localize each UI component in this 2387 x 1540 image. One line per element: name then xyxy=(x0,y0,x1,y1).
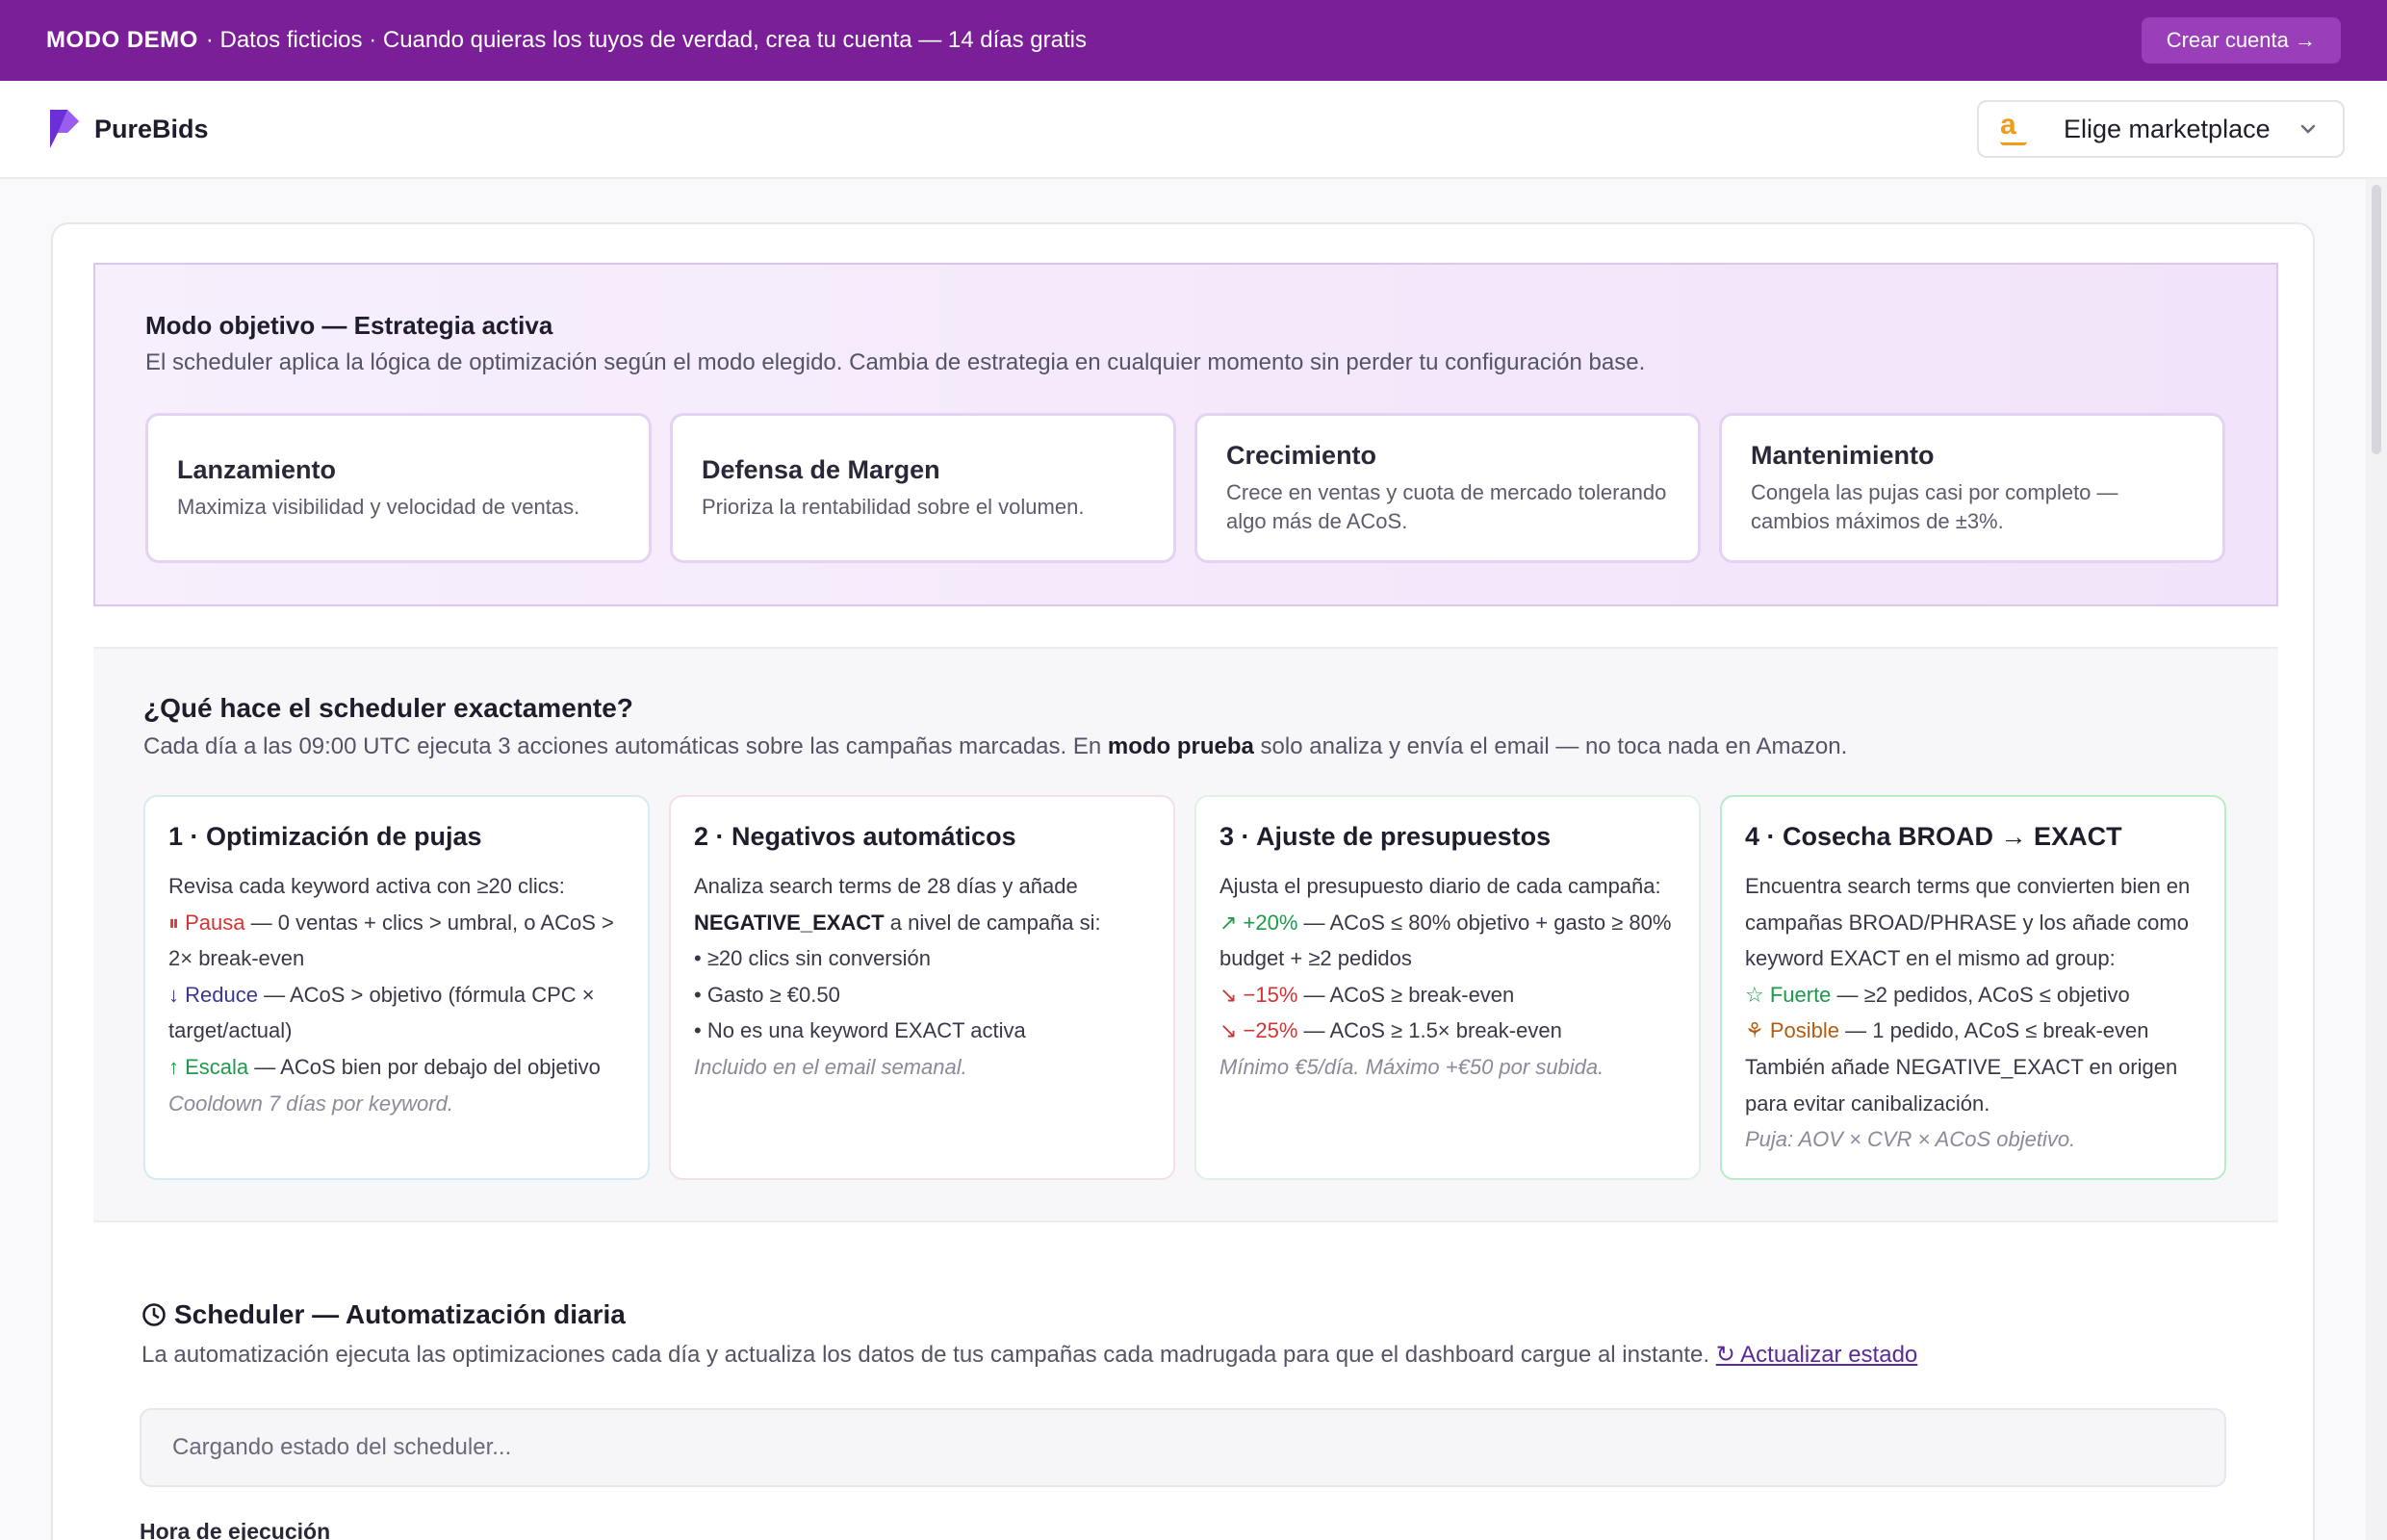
scrollbar-thumb[interactable] xyxy=(2372,185,2381,454)
refresh-status-link[interactable]: ↻ Actualizar estado xyxy=(1716,1342,1918,1368)
mode-name: Lanzamiento xyxy=(177,454,337,484)
rule-decrease-25: ↘ −25% — ACoS ≥ 1.5× break-even xyxy=(1219,1018,1562,1043)
mode-name: Mantenimiento xyxy=(1751,440,1935,470)
strategy-subtitle: El scheduler aplica la lógica de optimiz… xyxy=(145,349,1646,375)
list-item: • Gasto ≥ €0.50 xyxy=(694,982,840,1007)
possible-label: Posible xyxy=(1769,1018,1839,1043)
page-scrollbar[interactable] xyxy=(2366,179,2387,1540)
mode-description: Congela las pujas casi por completo — ca… xyxy=(1751,479,2118,533)
rule-pause: ⏸ Pausa — 0 ventas + clics > umbral, o A… xyxy=(168,910,614,971)
brand-name: PureBids xyxy=(94,114,209,143)
purebids-logo-icon xyxy=(50,110,79,148)
strong-label: ☆ Fuerte xyxy=(1745,982,1832,1007)
action-outro: También añade NEGATIVE_EXACT en origen p… xyxy=(1745,1054,2178,1116)
action-card-budgets: 3 · Ajuste de presupuestos Ajusta el pre… xyxy=(1194,795,1701,1180)
action-note: Mínimo €5/día. Máximo +€50 por subida. xyxy=(1219,1054,1604,1079)
list-item: • ≥20 clics sin conversión xyxy=(694,946,931,971)
rule-strong: ☆ Fuerte — ≥2 pedidos, ACoS ≤ objetivo xyxy=(1745,982,2130,1007)
action-note: Puja: AOV × CVR × ACoS objetivo. xyxy=(1745,1127,2076,1152)
mode-name: Defensa de Margen xyxy=(702,454,940,484)
scale-label: ↑ Escala xyxy=(168,1054,249,1079)
action-card-negatives: 2 · Negativos automáticos Analiza search… xyxy=(669,795,1175,1180)
mode-option-lanzamiento[interactable]: Lanzamiento Maximiza visibilidad y veloc… xyxy=(145,413,652,563)
action-card-bids: 1 · Optimización de pujas Revisa cada ke… xyxy=(143,795,650,1180)
action-intro: Ajusta el presupuesto diario de cada cam… xyxy=(1219,874,1661,898)
create-account-button[interactable]: Crear cuenta → xyxy=(2141,17,2341,64)
action-title: 3 · Ajuste de presupuestos xyxy=(1219,822,1552,851)
action-intro: Encuentra search terms que convierten bi… xyxy=(1745,874,2191,971)
list-item: • No es una keyword EXACT activa xyxy=(694,1018,1026,1043)
demo-mode-label: MODO DEMO xyxy=(46,27,198,53)
pause-label: ⏸ Pausa xyxy=(168,910,245,935)
demo-banner: MODO DEMO · Datos ficticios · Cuando qui… xyxy=(0,0,2387,81)
scheduler-title: Scheduler — Automatización diaria xyxy=(141,1299,626,1330)
increase-label: ↗ +20% xyxy=(1219,910,1298,935)
action-intro: Revisa cada keyword activa con ≥20 clics… xyxy=(168,874,565,898)
mode-description: Maximiza visibilidad y velocidad de vent… xyxy=(177,494,580,519)
mode-description: Prioriza la rentabilidad sobre el volume… xyxy=(702,494,1085,519)
clock-icon xyxy=(142,1303,166,1326)
rule-possible: ⚘ Posible — 1 pedido, ACoS ≤ break-even xyxy=(1745,1018,2149,1043)
action-card-harvest: 4 · Cosecha BROAD → EXACT Encuentra sear… xyxy=(1720,795,2226,1180)
how-it-works-section: ¿Qué hace el scheduler exactamente? Cada… xyxy=(93,647,2278,1222)
decrease-label: ↘ −25% xyxy=(1219,1018,1298,1043)
scheduler-subtitle: La automatización ejecuta las optimizaci… xyxy=(141,1342,1918,1368)
seedling-icon: ⚘ xyxy=(1745,1018,1770,1043)
action-title: 4 · Cosecha BROAD → EXACT xyxy=(1745,822,2122,851)
action-note: Cooldown 7 días por keyword. xyxy=(168,1091,453,1116)
amazon-icon: a xyxy=(2000,109,2039,145)
reduce-label: ↓ Reduce xyxy=(168,982,258,1007)
marketplace-select[interactable]: a Elige marketplace xyxy=(1977,100,2345,158)
action-title: 2 · Negativos automáticos xyxy=(694,822,1016,851)
mode-option-crecimiento[interactable]: Crecimiento Crece en ventas y cuota de m… xyxy=(1194,413,1701,563)
marketplace-label: Elige marketplace xyxy=(2064,114,2271,143)
rule-scale: ↑ Escala — ACoS bien por debajo del obje… xyxy=(168,1054,601,1079)
scheduler-loading-status: Cargando estado del scheduler... xyxy=(140,1408,2226,1487)
mode-option-defensa-margen[interactable]: Defensa de Margen Prioriza la rentabilid… xyxy=(670,413,1176,563)
execution-hour-label: Hora de ejecución xyxy=(140,1519,331,1540)
chevron-down-icon xyxy=(2300,124,2316,134)
strategy-panel: Modo objetivo — Estrategia activa El sch… xyxy=(93,263,2278,606)
top-header: PureBids a Elige marketplace xyxy=(0,81,2387,179)
demo-message: · Datos ficticios · Cuando quieras los t… xyxy=(205,27,1087,53)
rule-reduce: ↓ Reduce — ACoS > objetivo (fórmula CPC … xyxy=(168,982,595,1043)
mode-description: Crece en ventas y cuota de mercado toler… xyxy=(1226,479,1667,533)
mode-name: Crecimiento xyxy=(1226,440,1377,470)
action-note: Incluido en el email semanal. xyxy=(694,1054,967,1079)
how-title: ¿Qué hace el scheduler exactamente? xyxy=(143,693,633,723)
main-card: Modo objetivo — Estrategia activa El sch… xyxy=(51,222,2315,1540)
decrease-label: ↘ −15% xyxy=(1219,982,1298,1007)
logo[interactable]: PureBids xyxy=(46,108,209,150)
mode-option-mantenimiento[interactable]: Mantenimiento Congela las pujas casi por… xyxy=(1719,413,2225,563)
how-subtitle: Cada día a las 09:00 UTC ejecuta 3 accio… xyxy=(143,733,1848,759)
rule-increase: ↗ +20% — ACoS ≤ 80% objetivo + gasto ≥ 8… xyxy=(1219,910,1672,971)
action-intro: Analiza search terms de 28 días y añade … xyxy=(694,874,1101,935)
rule-decrease-15: ↘ −15% — ACoS ≥ break-even xyxy=(1219,982,1515,1007)
action-title: 1 · Optimización de pujas xyxy=(168,822,482,851)
strategy-title: Modo objetivo — Estrategia activa xyxy=(145,311,553,340)
